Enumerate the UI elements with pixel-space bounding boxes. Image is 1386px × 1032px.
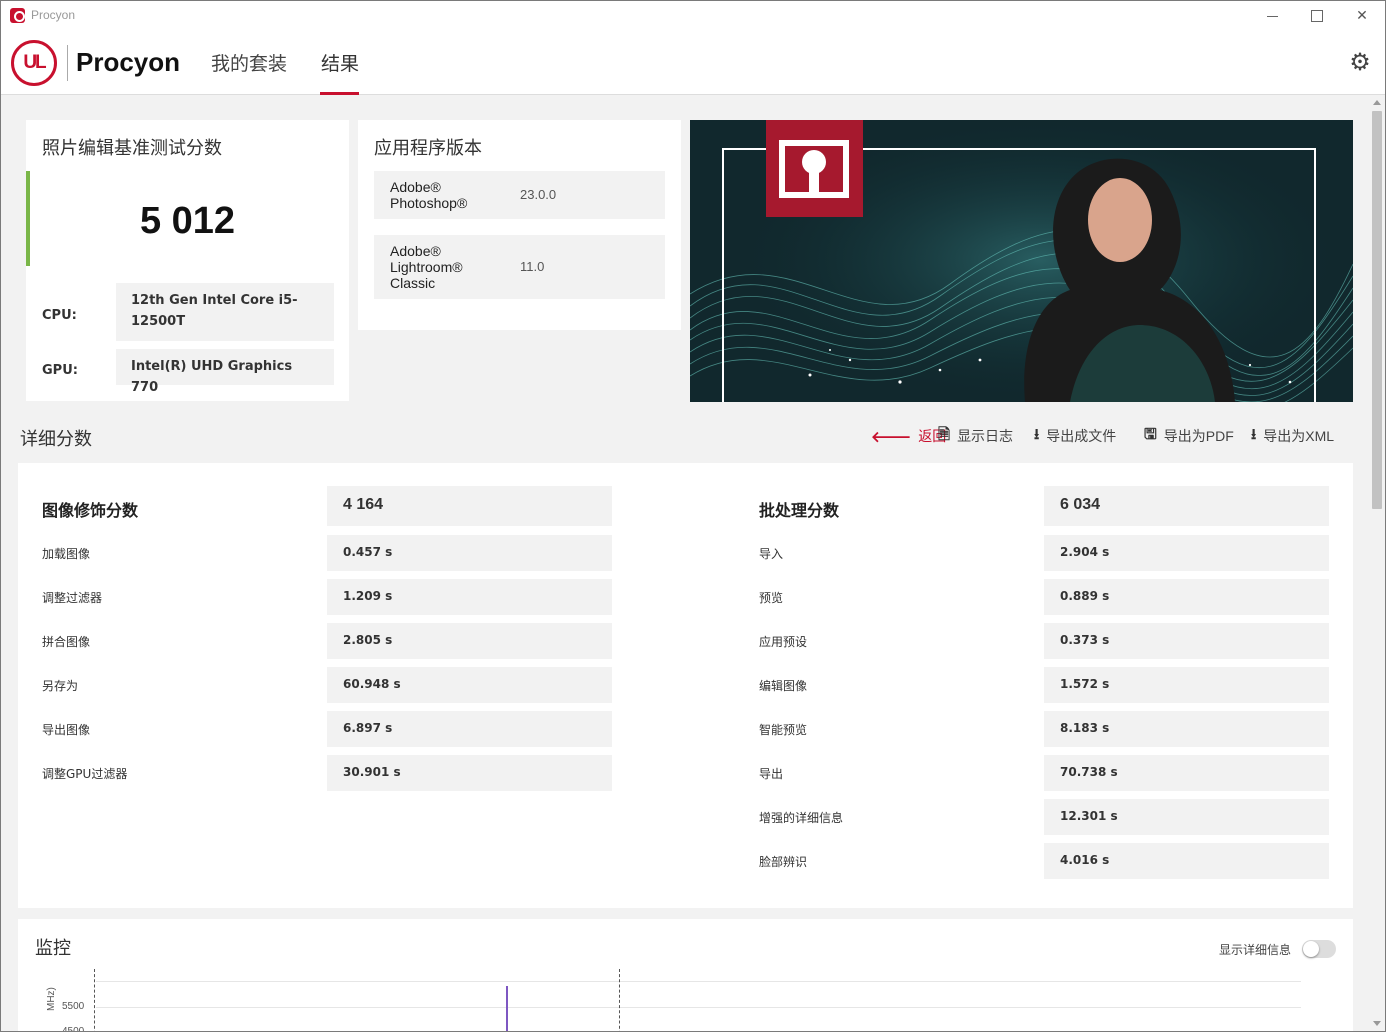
toggle-knob (1303, 941, 1319, 957)
app-row-photoshop: Adobe® Photoshop® 23.0.0 (374, 171, 665, 219)
batch-score: 6 034 (1044, 486, 1329, 526)
app-icon (10, 8, 25, 23)
metric-value: 0.889 s (1044, 579, 1329, 615)
metric-label: 预览 (759, 591, 784, 605)
app-name: Adobe® Photoshop® (390, 179, 468, 211)
metric-label: 应用预设 (759, 635, 808, 649)
metric-label: 导入 (759, 547, 784, 561)
monitoring-title: 监控 (35, 938, 71, 959)
y-tick-label: 4500 (62, 1026, 85, 1032)
brand-name: Procyon (76, 47, 181, 77)
metric-value: 0.373 s (1044, 623, 1329, 659)
photo-editing-icon (779, 140, 849, 198)
metric-value: 0.457 s (327, 535, 612, 571)
tab-results[interactable]: 结果 (321, 49, 359, 76)
metric-label: 增强的详细信息 (759, 811, 844, 825)
metric-label: 导出图像 (42, 723, 91, 737)
monitoring-card: 监控 显示详细信息 5500 4500 MHz) (18, 919, 1353, 1032)
maximize-button[interactable] (1294, 1, 1340, 31)
metric-value: 70.738 s (1044, 755, 1329, 791)
gpu-value: Intel(R) UHD Graphics 770 (116, 349, 334, 395)
export-file-label: 导出成文件 (1046, 428, 1117, 444)
title-bar: Procyon ✕ (1, 1, 1385, 31)
export-pdf-label: 导出为PDF (1163, 428, 1234, 444)
show-log-label: 显示日志 (957, 428, 1014, 444)
download-icon: ⭳ (1251, 425, 1257, 443)
score-card-title: 照片编辑基准测试分数 (42, 138, 222, 159)
metric-value: 2.805 s (327, 623, 612, 659)
metric-value: 1.209 s (327, 579, 612, 615)
metric-label: 智能预览 (759, 723, 808, 737)
hero-image (690, 120, 1353, 402)
chart-gridline (96, 1007, 1301, 1008)
cpu-label: CPU: (42, 308, 77, 323)
logo-divider (67, 45, 68, 81)
back-button[interactable]: 🡐 返回 (871, 426, 946, 446)
metric-value: 4.016 s (1044, 843, 1329, 879)
metric-value: 60.948 s (327, 667, 612, 703)
retouch-score: 4 164 (327, 486, 612, 526)
app-version-card: 应用程序版本 Adobe® Photoshop® 23.0.0 Adobe® L… (358, 120, 681, 330)
batch-heading: 批处理分数 (759, 501, 840, 520)
export-file-button[interactable]: ⭳ 导出成文件 (1034, 426, 1116, 446)
cpu-value: 12th Gen Intel Core i5-12500T (116, 283, 334, 341)
save-icon: 🖫 (1144, 425, 1157, 443)
detail-scores-title: 详细分数 (20, 429, 92, 450)
chart-y-axis (94, 969, 95, 1031)
app-version: 23.0.0 (520, 187, 557, 202)
app-window: Procyon ✕ UL Procyon 我的套装 结果 ⚙ 照片编辑基准测试分… (0, 0, 1386, 1032)
gear-icon[interactable]: ⚙ (1347, 49, 1373, 75)
show-log-button[interactable]: 🗎 显示日志 (938, 426, 1013, 446)
app-header: UL Procyon 我的套装 结果 ⚙ (1, 31, 1385, 95)
retouch-heading: 图像修饰分数 (42, 501, 139, 520)
chart-series-spike (506, 986, 508, 1031)
tab-my-suites[interactable]: 我的套装 (211, 49, 287, 76)
show-details-label: 显示详细信息 (1219, 943, 1292, 957)
metric-label: 拼合图像 (42, 635, 91, 649)
metric-label: 编辑图像 (759, 679, 808, 693)
back-arrow-icon: 🡐 (871, 428, 912, 446)
metric-value: 12.301 s (1044, 799, 1329, 835)
metric-label: 另存为 (42, 679, 79, 693)
export-xml-button[interactable]: ⭳ 导出为XML (1251, 426, 1334, 446)
scrollbar-thumb[interactable] (1372, 111, 1382, 509)
metric-label: 调整过滤器 (42, 591, 103, 605)
metric-value: 6.897 s (327, 711, 612, 747)
metric-label: 调整GPU过滤器 (42, 767, 128, 781)
y-tick-label: 5500 (62, 1001, 85, 1012)
metric-value: 2.904 s (1044, 535, 1329, 571)
metric-value: 8.183 s (1044, 711, 1329, 747)
app-row-lightroom: Adobe® Lightroom® Classic 11.0 (374, 235, 665, 299)
app-version: 11.0 (520, 259, 545, 274)
scroll-up-arrow-icon[interactable] (1373, 100, 1381, 105)
metric-value: 30.901 s (327, 755, 612, 791)
export-xml-label: 导出为XML (1263, 428, 1335, 444)
metric-label: 加载图像 (42, 547, 91, 561)
active-tab-indicator (320, 92, 359, 95)
metric-label: 导出 (759, 767, 784, 781)
procyon-photo-badge (766, 120, 863, 217)
app-name: Adobe® Lightroom® Classic (390, 243, 463, 291)
metric-label: 脸部辨识 (759, 855, 808, 869)
scroll-down-arrow-icon[interactable] (1373, 1021, 1381, 1026)
download-icon: ⭳ (1034, 425, 1040, 443)
app-card-title: 应用程序版本 (374, 138, 482, 159)
overall-score: 5 012 (139, 200, 236, 242)
show-details-toggle[interactable] (1302, 940, 1336, 958)
export-pdf-button[interactable]: 🖫 导出为PDF (1144, 426, 1234, 446)
document-icon: 🗎 (938, 425, 951, 443)
detail-scores-card: 图像修饰分数 4 164 加载图像 0.457 s 调整过滤器 1.209 s … (18, 463, 1353, 908)
gpu-label: GPU: (42, 363, 78, 378)
window-title: Procyon (31, 8, 76, 22)
ul-logo: UL (11, 40, 57, 86)
minimize-button[interactable] (1249, 1, 1295, 31)
chart-gridline (96, 981, 1301, 982)
benchmark-score-card: 照片编辑基准测试分数 5 012 CPU: 12th Gen Intel Cor… (26, 120, 349, 401)
chart-phase-marker (619, 969, 620, 1031)
y-axis-label: MHz) (46, 987, 57, 1011)
metric-value: 1.572 s (1044, 667, 1329, 703)
close-button[interactable]: ✕ (1339, 1, 1385, 31)
